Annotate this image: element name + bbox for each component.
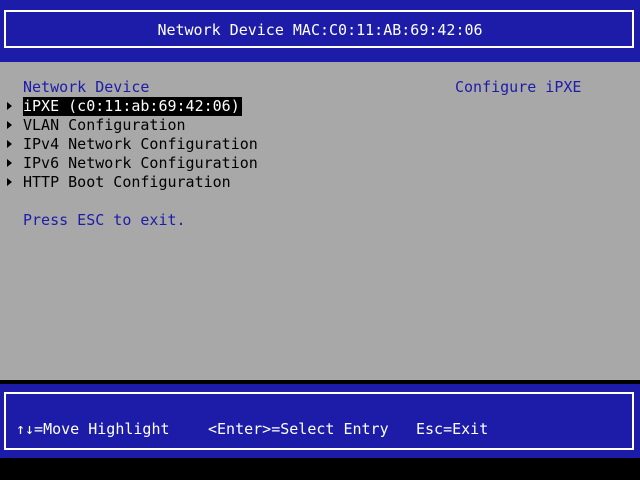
move-highlight-hint: ↑↓=Move Highlight [16,420,170,438]
select-entry-hint: <Enter>=Select Entry [208,420,389,438]
submenu-arrow-icon [7,140,12,148]
help-text: Configure iPXE [455,78,582,96]
submenu-arrow-icon [7,159,12,167]
esc-exit-hint: Esc=Exit [416,420,489,438]
menu-item-label: VLAN Configuration [23,116,186,134]
key-help-bar: ↑↓=Move Highlight <Enter>=Select Entry E… [0,384,640,458]
submenu-arrow-icon [7,102,12,110]
menu-item-label: IPv6 Network Configuration [23,154,258,172]
page-title: Network Device MAC:C0:11:AB:69:42:06 [157,21,483,39]
menu-item-label: IPv4 Network Configuration [23,135,258,153]
title-bar: Network Device MAC:C0:11:AB:69:42:06 [0,0,640,62]
menu-item-label: iPXE (c0:11:ab:69:42:06) [23,97,242,116]
exit-hint: Press ESC to exit. [23,211,186,229]
submenu-arrow-icon [7,178,12,186]
section-title: Network Device [23,78,150,96]
main-panel: Network Device Configure iPXE iPXE (c0:1… [0,62,640,380]
submenu-arrow-icon [7,121,12,129]
bottom-strip [0,458,640,480]
menu-item-label: HTTP Boot Configuration [23,173,231,191]
